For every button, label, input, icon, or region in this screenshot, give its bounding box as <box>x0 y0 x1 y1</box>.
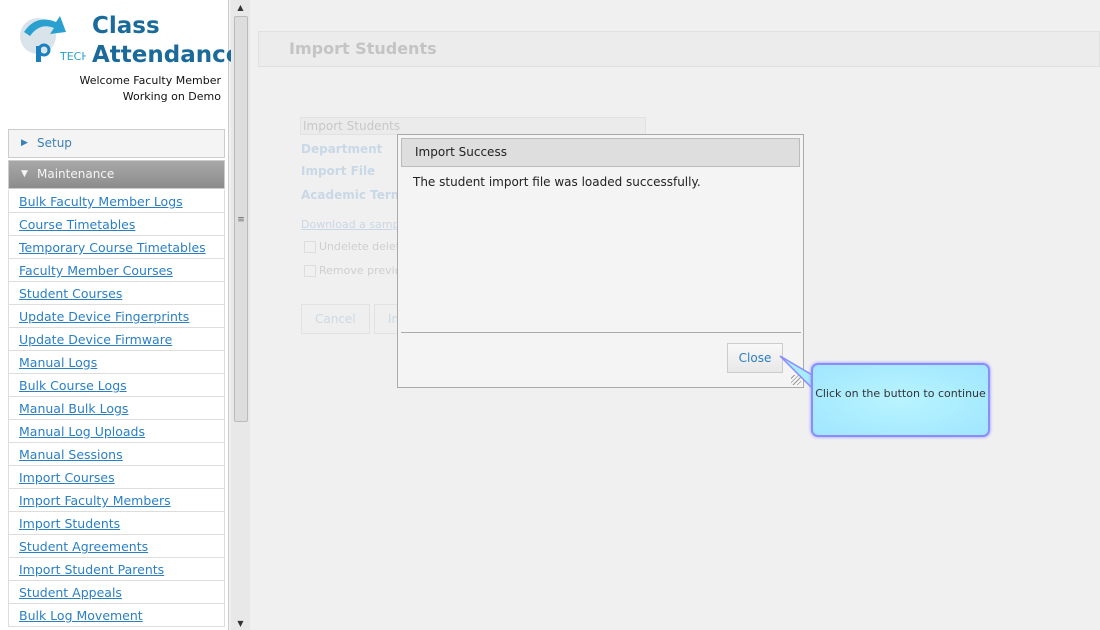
menu-item[interactable]: Student Appeals <box>8 581 225 604</box>
menu-link[interactable]: Manual Bulk Logs <box>19 401 128 416</box>
menu-link[interactable]: Student Courses <box>19 286 122 301</box>
scrollbar-thumb[interactable]: ≡ <box>234 16 248 422</box>
accordion-setup[interactable]: ▶ Setup <box>8 129 225 158</box>
undelete-checkbox[interactable]: Undelete delete <box>304 240 407 253</box>
dialog-title[interactable]: Import Success <box>401 138 800 167</box>
svg-text:TECH: TECH <box>59 50 86 63</box>
menu-item[interactable]: Faculty Member Courses <box>8 259 225 282</box>
accordion-maintenance[interactable]: ▼ Maintenance <box>8 160 225 189</box>
tooltip-callout: Click on the button to continue <box>811 363 990 437</box>
menu-link[interactable]: Temporary Course Timetables <box>19 240 206 255</box>
menu-item[interactable]: Manual Sessions <box>8 443 225 466</box>
menu-item[interactable]: Manual Logs <box>8 351 225 374</box>
menu-link[interactable]: Student Agreements <box>19 539 148 554</box>
menu-link[interactable]: Import Courses <box>19 470 115 485</box>
menu-item[interactable]: Temporary Course Timetables <box>8 236 225 259</box>
menu-item[interactable]: Bulk Faculty Member Logs <box>8 190 225 213</box>
menu-item[interactable]: Bulk Log Movement <box>8 604 225 627</box>
menu-link[interactable]: Update Device Fingerprints <box>19 309 189 324</box>
import-success-dialog: Import Success The student import file w… <box>397 134 804 388</box>
menu-item[interactable]: Import Courses <box>8 466 225 489</box>
menu-link[interactable]: Bulk Log Movement <box>19 608 143 623</box>
download-sample-link[interactable]: Download a sample <box>301 218 409 231</box>
menu-link[interactable]: Import Student Parents <box>19 562 164 577</box>
menu-item[interactable]: Import Students <box>8 512 225 535</box>
menu-link[interactable]: Faculty Member Courses <box>19 263 173 278</box>
welcome-text: Welcome Faculty Member <box>79 74 221 87</box>
sidebar: TECH Class Attendance Welcome Faculty Mem… <box>0 0 241 630</box>
dialog-divider <box>401 332 801 333</box>
menu-item[interactable]: Manual Bulk Logs <box>8 397 225 420</box>
menu-link[interactable]: Import Students <box>19 516 120 531</box>
close-button[interactable]: Close <box>727 343 783 373</box>
dialog-message: The student import file was loaded succe… <box>413 175 701 189</box>
menu-item[interactable]: Course Timetables <box>8 213 225 236</box>
menu-link[interactable]: Manual Logs <box>19 355 97 370</box>
menu-item[interactable]: Update Device Fingerprints <box>8 305 225 328</box>
menu-link[interactable]: Manual Sessions <box>19 447 123 462</box>
menu-item[interactable]: Import Faculty Members <box>8 489 225 512</box>
menu-link[interactable]: Course Timetables <box>19 217 135 232</box>
academic-terms-label: Academic Terms <box>301 188 411 202</box>
menu-item[interactable]: Update Device Firmware <box>8 328 225 351</box>
maintenance-menu: Bulk Faculty Member Logs Course Timetable… <box>8 190 225 627</box>
working-on-text: Working on Demo <box>122 90 221 103</box>
caret-right-icon: ▶ <box>21 138 28 148</box>
caret-down-icon: ▼ <box>21 169 28 179</box>
menu-link[interactable]: Manual Log Uploads <box>19 424 145 439</box>
menu-link[interactable]: Student Appeals <box>19 585 122 600</box>
department-label: Department <box>301 142 383 156</box>
menu-link[interactable]: Import Faculty Members <box>19 493 171 508</box>
menu-item[interactable]: Manual Log Uploads <box>8 420 225 443</box>
scroll-down-icon[interactable]: ▼ <box>231 619 250 628</box>
menu-link[interactable]: Bulk Course Logs <box>19 378 127 393</box>
menu-item[interactable]: Student Courses <box>8 282 225 305</box>
app-title: Class Attendance <box>92 13 242 68</box>
iptech-logo: TECH <box>20 16 86 63</box>
menu-item[interactable]: Bulk Course Logs <box>8 374 225 397</box>
menu-link[interactable]: Bulk Faculty Member Logs <box>19 194 183 209</box>
menu-item[interactable]: Student Agreements <box>8 535 225 558</box>
remove-previous-checkbox[interactable]: Remove previou <box>304 264 408 277</box>
sidebar-scrollbar[interactable]: ▲ ≡ ▼ <box>231 0 250 630</box>
form-section-title: Import Students <box>300 117 646 135</box>
import-file-label: Import File <box>301 164 376 178</box>
menu-item[interactable]: Import Student Parents <box>8 558 225 581</box>
scroll-up-icon[interactable]: ▲ <box>231 3 250 12</box>
page-title: Import Students <box>258 31 1100 67</box>
menu-link[interactable]: Update Device Firmware <box>19 332 172 347</box>
cancel-button[interactable]: Cancel <box>301 304 370 334</box>
